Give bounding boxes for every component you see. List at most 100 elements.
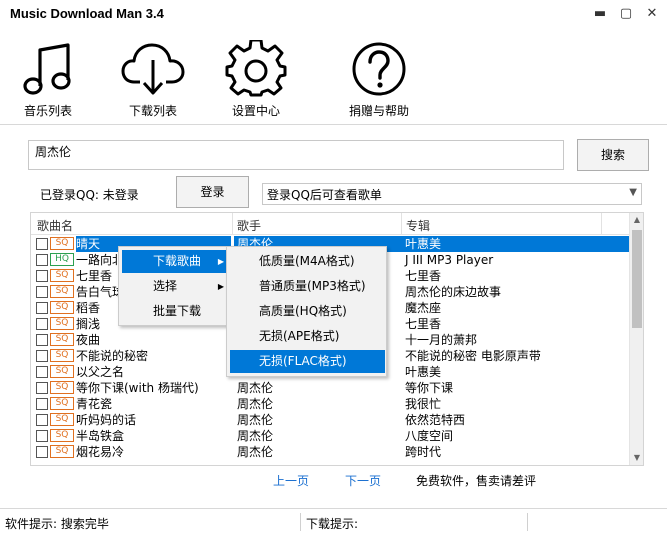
cloud-download-icon — [121, 43, 185, 95]
row-checkbox[interactable] — [36, 254, 48, 266]
column-header-album[interactable]: 专辑 — [406, 217, 430, 234]
title-bar: Music Download Man 3.4 ▬ ▢ ✕ — [0, 0, 667, 30]
quality-badge: SQ — [50, 381, 74, 394]
quality-badge: SQ — [50, 317, 74, 330]
next-page-link[interactable]: 下一页 — [345, 472, 381, 489]
maximize-button[interactable]: ▢ — [618, 6, 634, 22]
song-album: 七里香 — [405, 317, 442, 331]
song-name: 不能说的秘密 — [76, 349, 149, 363]
vertical-scrollbar[interactable]: ▲ ▼ — [629, 213, 643, 465]
prev-page-link[interactable]: 上一页 — [273, 472, 309, 489]
song-singer: 周杰伦 — [237, 429, 274, 443]
submenu-arrow-icon: ▶ — [217, 257, 224, 266]
song-album: 叶惠美 — [405, 365, 442, 379]
context-menu-select[interactable]: 选择 ▶ — [122, 275, 230, 298]
column-divider[interactable] — [232, 213, 233, 235]
playlist-select[interactable]: 登录QQ后可查看歌单 ▼ — [262, 183, 642, 205]
song-album: 十一月的萧邦 — [405, 333, 478, 347]
song-name: 夜曲 — [76, 333, 101, 347]
row-checkbox[interactable] — [36, 366, 48, 378]
song-singer: 周杰伦 — [237, 445, 274, 459]
row-checkbox[interactable] — [36, 382, 48, 394]
context-menu-batch-download[interactable]: 批量下载 — [122, 300, 230, 323]
column-divider[interactable] — [401, 213, 402, 235]
quality-badge: SQ — [50, 333, 74, 346]
row-checkbox[interactable] — [36, 238, 48, 250]
toolbar-label: 捐赠与帮助 — [348, 104, 409, 118]
song-name: 烟花易冷 — [76, 445, 125, 459]
table-row[interactable]: SQ 烟花易冷 周杰伦 跨时代 — [31, 444, 631, 460]
song-album: 魔杰座 — [405, 301, 442, 315]
toolbar-donate-help[interactable]: 捐赠与帮助 — [334, 40, 424, 119]
quality-badge: SQ — [50, 301, 74, 314]
login-button[interactable]: 登录 — [176, 176, 249, 208]
song-album: 等你下课 — [405, 381, 454, 395]
download-submenu: 低质量(M4A格式) 普通质量(MP3格式) 高质量(HQ格式) 无损(APE格… — [226, 246, 387, 377]
column-divider[interactable] — [601, 213, 602, 235]
song-album: 跨时代 — [405, 445, 442, 459]
submenu-normal-quality[interactable]: 普通质量(MP3格式) — [230, 275, 385, 298]
song-name: 青花瓷 — [76, 397, 113, 411]
row-checkbox[interactable] — [36, 270, 48, 282]
table-row[interactable]: SQ 青花瓷 周杰伦 我很忙 — [31, 396, 631, 412]
login-status: 已登录QQ: 未登录 — [40, 188, 139, 202]
submenu-arrow-icon: ▶ — [217, 282, 224, 291]
column-header-song[interactable]: 歌曲名 — [37, 217, 73, 234]
window-title: Music Download Man 3.4 — [10, 6, 164, 21]
toolbar-label: 设置中心 — [231, 104, 280, 118]
song-name: 听妈妈的话 — [76, 413, 137, 427]
quality-badge: SQ — [50, 365, 74, 378]
row-checkbox[interactable] — [36, 446, 48, 458]
row-checkbox[interactable] — [36, 318, 48, 330]
status-divider — [300, 513, 301, 531]
submenu-lossless-ape[interactable]: 无损(APE格式) — [230, 325, 385, 348]
table-row[interactable]: SQ 等你下课(with 杨瑞代) 周杰伦 等你下课 — [31, 380, 631, 396]
quality-badge: SQ — [50, 445, 74, 458]
question-icon — [352, 42, 406, 96]
quality-badge: HQ — [50, 253, 74, 266]
status-bar: 软件提示: 搜索完毕 下载提示: — [0, 508, 667, 533]
toolbar-settings[interactable]: 设置中心 — [211, 40, 301, 119]
toolbar-divider — [0, 124, 667, 125]
context-menu-label: 下载歌曲 — [153, 254, 202, 268]
scrollbar-thumb[interactable] — [632, 230, 642, 328]
context-menu-download[interactable]: 下载歌曲 ▶ — [122, 250, 230, 273]
scroll-up-icon[interactable]: ▲ — [630, 213, 643, 227]
row-checkbox[interactable] — [36, 398, 48, 410]
toolbar-music-list[interactable]: 音乐列表 — [3, 40, 93, 119]
row-checkbox[interactable] — [36, 350, 48, 362]
search-input[interactable]: 周杰伦 — [28, 140, 564, 170]
song-singer: 周杰伦 — [237, 397, 274, 411]
song-album: 依然范特西 — [405, 413, 466, 427]
close-button[interactable]: ✕ — [644, 6, 660, 22]
software-hint: 软件提示: 搜索完毕 — [5, 517, 109, 531]
song-list-header: 歌曲名 歌手 专辑 — [31, 213, 631, 235]
context-menu-label: 批量下载 — [153, 304, 202, 318]
song-name: 以父之名 — [76, 365, 125, 379]
row-checkbox[interactable] — [36, 334, 48, 346]
song-name: 半岛铁盒 — [76, 429, 125, 443]
row-checkbox[interactable] — [36, 430, 48, 442]
submenu-low-quality[interactable]: 低质量(M4A格式) — [230, 250, 385, 273]
song-album: J III MP3 Player — [405, 253, 494, 267]
quality-badge: SQ — [50, 397, 74, 410]
search-button[interactable]: 搜索 — [577, 139, 649, 171]
table-row[interactable]: SQ 半岛铁盒 周杰伦 八度空间 — [31, 428, 631, 444]
row-checkbox[interactable] — [36, 286, 48, 298]
song-album: 八度空间 — [405, 429, 454, 443]
scroll-down-icon[interactable]: ▼ — [630, 451, 643, 465]
submenu-lossless-flac[interactable]: 无损(FLAC格式) — [230, 350, 385, 373]
table-row[interactable]: SQ 听妈妈的话 周杰伦 依然范特西 — [31, 412, 631, 428]
column-header-singer[interactable]: 歌手 — [237, 217, 261, 234]
quality-badge: SQ — [50, 349, 74, 362]
chevron-down-icon: ▼ — [629, 187, 637, 198]
music-note-icon — [23, 43, 71, 95]
toolbar-download-list[interactable]: 下载列表 — [108, 40, 198, 119]
free-software-notice: 免费软件，售卖请差评 — [416, 474, 537, 488]
submenu-high-quality[interactable]: 高质量(HQ格式) — [230, 300, 385, 323]
row-checkbox[interactable] — [36, 302, 48, 314]
row-checkbox[interactable] — [36, 414, 48, 426]
context-menu-label: 选择 — [153, 279, 178, 293]
gear-icon — [225, 40, 287, 97]
minimize-button[interactable]: ▬ — [592, 6, 608, 22]
